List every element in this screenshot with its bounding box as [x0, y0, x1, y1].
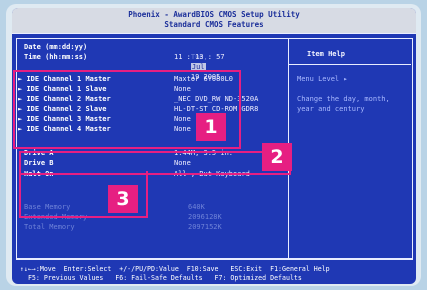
annotation-badge-1: 1	[196, 113, 226, 141]
annotation-badge-3: 3	[108, 185, 138, 213]
help-text: Change the day, month, year and century	[297, 95, 390, 113]
help-title-divider	[289, 64, 411, 65]
header-subtitle: Standard CMOS Features	[164, 20, 264, 29]
date-label: Date (mm:dd:yy)	[24, 43, 88, 51]
memory-value: 640K	[188, 203, 205, 211]
item-help-title: Item Help	[307, 50, 345, 58]
memory-value: 2097152K	[188, 223, 222, 231]
footer-divider	[16, 258, 412, 259]
header-divider	[12, 33, 416, 34]
time-value[interactable]: 11 : 13 : 57	[174, 52, 225, 62]
time-label: Time (hh:mm:ss)	[24, 53, 88, 61]
menu-level: Menu Level ▸	[297, 75, 348, 83]
annotation-badge-2: 2	[262, 143, 292, 171]
key-legend: ↑↓←→:Move Enter:Select +/-/PU/PD:Value F…	[12, 260, 416, 284]
memory-label: Total Memory	[24, 223, 75, 231]
memory-value: 2096128K	[188, 213, 222, 221]
bios-header: Phoenix - AwardBIOS CMOS Setup Utility S…	[12, 8, 416, 33]
header-title: Phoenix - AwardBIOS CMOS Setup Utility	[128, 10, 300, 19]
key-legend-row: F5: Previous Values F6: Fail-Safe Defaul…	[20, 274, 302, 282]
